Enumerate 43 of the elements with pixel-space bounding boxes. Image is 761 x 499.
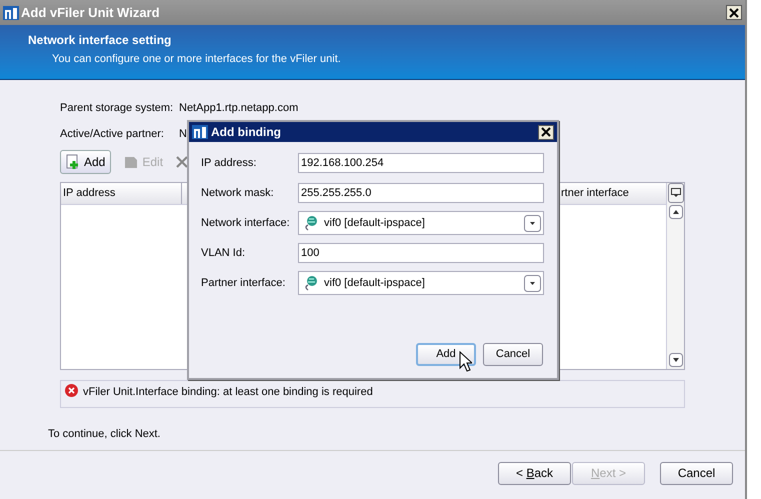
wizard-button[interactable]: Cancel: [660, 462, 733, 484]
dialog-title: Add binding: [211, 124, 282, 141]
field-label: Network mask:: [201, 186, 275, 201]
close-button[interactable]: [726, 5, 742, 20]
add-document-icon: [66, 154, 80, 170]
column-chooser-icon[interactable]: [668, 183, 684, 203]
close-button[interactable]: [538, 124, 554, 140]
window-title: Add vFiler Unit Wizard: [21, 4, 161, 22]
add-button[interactable]: Add: [60, 150, 112, 174]
network-globe-icon: [303, 275, 319, 291]
scroll-up-icon[interactable]: [668, 205, 682, 219]
interface-dropdown[interactable]: vif0 [default-ipspace]: [298, 271, 544, 295]
scroll-down-icon[interactable]: [668, 353, 682, 367]
app-logo-icon: [192, 125, 208, 139]
field-label: Network interface:: [201, 216, 291, 231]
info-label: Parent storage system:: [60, 101, 174, 114]
text-field[interactable]: 255.255.255.0: [298, 183, 544, 203]
mouse-cursor-icon: [459, 351, 472, 372]
network-globe-icon: [303, 215, 319, 231]
field-label: VLAN Id:: [201, 246, 246, 261]
document-icon: [124, 155, 138, 169]
interface-dropdown[interactable]: vif0 [default-ipspace]: [298, 211, 544, 235]
scrollbar[interactable]: [666, 183, 684, 369]
text-field[interactable]: 192.168.100.254: [298, 153, 544, 173]
dialog-button[interactable]: Add: [416, 343, 476, 366]
column-header[interactable]: IP address: [61, 183, 182, 204]
dialog-button[interactable]: Cancel: [483, 343, 543, 366]
app-logo-icon: [3, 6, 19, 20]
field-label: IP address:: [201, 156, 258, 171]
info-value: NetApp1.rtp.netapp.com: [179, 101, 298, 114]
wizard-button[interactable]: < Back: [498, 462, 571, 484]
field-label: Partner interface:: [201, 276, 286, 291]
header-title: Network interface setting: [28, 32, 172, 49]
dropdown-value: vif0 [default-ipspace]: [324, 216, 426, 231]
header-subtitle: You can configure one or more interfaces for the vFiler unit.: [51, 52, 342, 67]
dropdown-value: vif0 [default-ipspace]: [324, 276, 426, 291]
continue-hint: To continue, click Next.: [47, 427, 162, 442]
info-label: Active/Active partner:: [60, 127, 165, 140]
error-icon: [65, 384, 78, 397]
text-field[interactable]: 100: [298, 243, 544, 263]
info-value: N: [179, 127, 187, 140]
column-header[interactable]: rtner interface: [561, 183, 666, 204]
error-message: vFiler Unit.Interface binding: at least one binding is required: [83, 385, 373, 400]
